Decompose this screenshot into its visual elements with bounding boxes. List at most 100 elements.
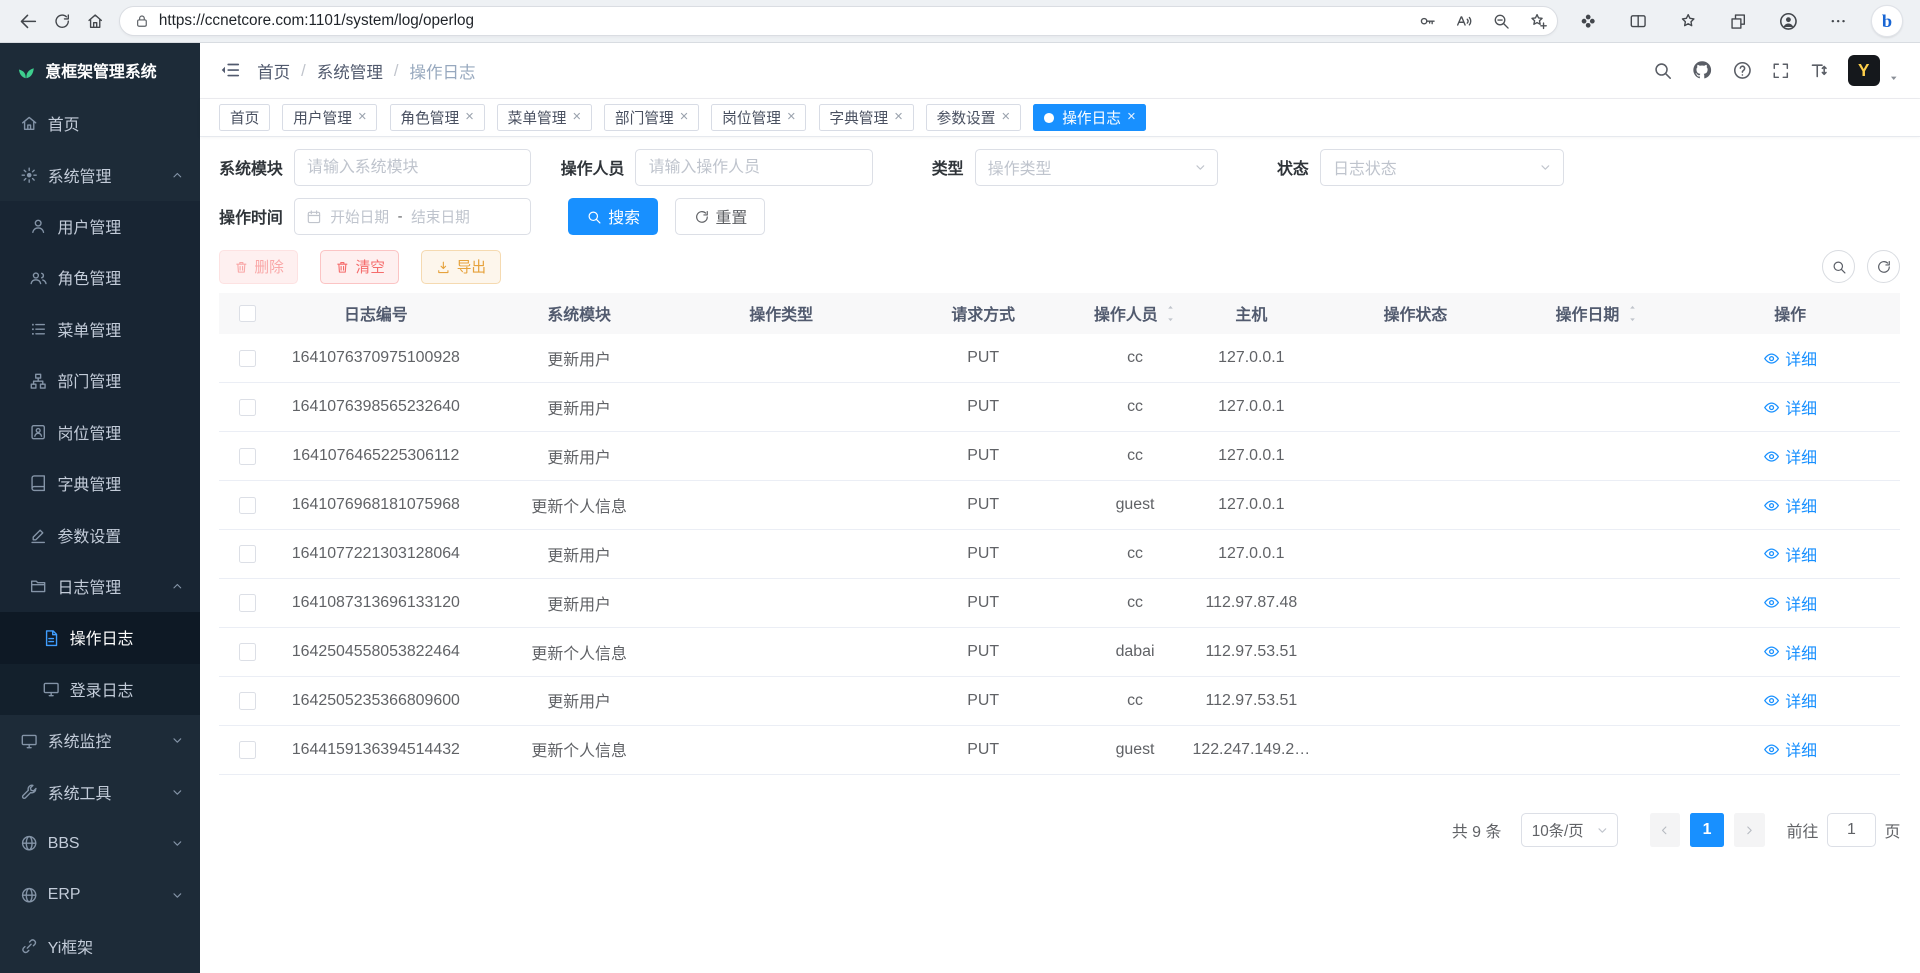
- detail-link[interactable]: 详细: [1763, 738, 1817, 761]
- export-button[interactable]: 导出: [421, 250, 500, 284]
- sidebar-item-erp[interactable]: ERP: [0, 869, 200, 920]
- sort-icons[interactable]: [1627, 304, 1638, 322]
- row-checkbox[interactable]: [239, 448, 256, 465]
- sidebar-item-operation-log[interactable]: 操作日志: [0, 612, 200, 663]
- detail-link[interactable]: 详细: [1763, 396, 1817, 419]
- next-page-button[interactable]: [1734, 813, 1765, 847]
- sidebar-item-log-management[interactable]: 日志管理: [0, 561, 200, 612]
- type-select[interactable]: 操作类型: [975, 149, 1219, 186]
- sidebar-item-system-monitor[interactable]: 系统监控: [0, 715, 200, 766]
- refresh-table-button[interactable]: [1867, 250, 1900, 283]
- sidebar-item-param-settings[interactable]: 参数设置: [0, 509, 200, 560]
- sidebar-item-role-management[interactable]: 角色管理: [0, 252, 200, 303]
- detail-link[interactable]: 详细: [1763, 445, 1817, 468]
- help-icon[interactable]: [1732, 60, 1753, 81]
- detail-link[interactable]: 详细: [1763, 494, 1817, 517]
- sidebar-item-home[interactable]: 首页: [0, 98, 200, 149]
- reset-button[interactable]: 重置: [675, 198, 765, 235]
- module-input[interactable]: [294, 149, 532, 186]
- tab-close-icon[interactable]: [358, 110, 367, 125]
- tab-close-icon[interactable]: [465, 110, 474, 125]
- github-icon[interactable]: [1691, 59, 1713, 81]
- select-all-checkbox[interactable]: [239, 305, 256, 322]
- profile-avatar-icon[interactable]: [1772, 4, 1805, 37]
- tab-dept-management[interactable]: 部门管理: [604, 104, 699, 131]
- split-screen-icon[interactable]: [1621, 4, 1654, 37]
- row-checkbox[interactable]: [239, 350, 256, 367]
- sort-icons[interactable]: [1165, 304, 1176, 322]
- tab-role-management[interactable]: 角色管理: [390, 104, 485, 131]
- page-number-1[interactable]: 1: [1690, 813, 1724, 847]
- tab-close-icon[interactable]: [573, 110, 582, 125]
- operator-input[interactable]: [635, 149, 873, 186]
- date-range-picker[interactable]: 开始日期 - 结束日期: [294, 198, 532, 235]
- browser-more-icon[interactable]: [1822, 4, 1855, 37]
- sidebar-item-menu-management[interactable]: 菜单管理: [0, 304, 200, 355]
- browser-refresh-button[interactable]: [45, 4, 78, 37]
- browser-essentials-icon[interactable]: [1571, 4, 1604, 37]
- status-select[interactable]: 日志状态: [1320, 149, 1564, 186]
- row-checkbox[interactable]: [239, 741, 256, 758]
- tab-close-icon[interactable]: [894, 110, 903, 125]
- row-checkbox[interactable]: [239, 594, 256, 611]
- header-cell-operator[interactable]: 操作人员: [1086, 302, 1184, 325]
- bing-copilot-icon[interactable]: [1872, 6, 1901, 35]
- user-avatar[interactable]: [1848, 55, 1880, 87]
- header-search-icon[interactable]: [1652, 60, 1673, 81]
- breadcrumb-system-management[interactable]: 系统管理: [317, 59, 383, 83]
- tab-param-settings[interactable]: 参数设置: [926, 104, 1021, 131]
- sidebar-item-system-tools[interactable]: 系统工具: [0, 766, 200, 817]
- sidebar-item-bbs[interactable]: BBS: [0, 818, 200, 869]
- row-checkbox[interactable]: [239, 692, 256, 709]
- sidebar-item-yi-framework[interactable]: Yi框架: [0, 921, 200, 972]
- delete-button[interactable]: 删除: [219, 250, 298, 284]
- row-checkbox[interactable]: [239, 497, 256, 514]
- clear-button[interactable]: 清空: [320, 250, 399, 284]
- add-favorite-icon[interactable]: [1524, 7, 1552, 35]
- detail-link[interactable]: 详细: [1763, 592, 1817, 615]
- tab-dict-management[interactable]: 字典管理: [819, 104, 914, 131]
- font-size-icon[interactable]: [1809, 60, 1830, 81]
- detail-link[interactable]: 详细: [1763, 641, 1817, 664]
- fold-menu-icon[interactable]: [219, 59, 241, 81]
- read-aloud-icon[interactable]: [1450, 7, 1478, 35]
- goto-page-input[interactable]: [1827, 813, 1876, 847]
- tab-home[interactable]: 首页: [219, 104, 270, 131]
- sidebar-item-login-log[interactable]: 登录日志: [0, 664, 200, 715]
- detail-link[interactable]: 详细: [1763, 543, 1817, 566]
- browser-back-button[interactable]: [12, 4, 45, 37]
- sidebar-item-post-management[interactable]: 岗位管理: [0, 406, 200, 457]
- tab-close-icon[interactable]: [787, 110, 796, 125]
- password-key-icon[interactable]: [1414, 7, 1442, 35]
- breadcrumb-home[interactable]: 首页: [257, 59, 290, 83]
- tab-menu-management[interactable]: 菜单管理: [497, 104, 592, 131]
- detail-link[interactable]: 详细: [1763, 347, 1817, 370]
- search-button[interactable]: 搜索: [568, 198, 658, 235]
- tab-operation-log[interactable]: 操作日志: [1033, 104, 1146, 131]
- row-checkbox[interactable]: [239, 399, 256, 416]
- address-bar[interactable]: https://ccnetcore.com:1101/system/log/op…: [119, 6, 1558, 37]
- prev-page-button[interactable]: [1650, 813, 1681, 847]
- app-logo[interactable]: 意框架管理系统: [0, 43, 200, 98]
- avatar-caret-down-icon[interactable]: [1887, 71, 1900, 84]
- tab-user-management[interactable]: 用户管理: [282, 104, 377, 131]
- sidebar-item-dept-management[interactable]: 部门管理: [0, 355, 200, 406]
- tab-post-management[interactable]: 岗位管理: [711, 104, 806, 131]
- detail-link[interactable]: 详细: [1763, 689, 1817, 712]
- browser-home-button[interactable]: [78, 4, 111, 37]
- row-checkbox[interactable]: [239, 545, 256, 562]
- favorites-icon[interactable]: [1672, 4, 1705, 37]
- toggle-search-button[interactable]: [1822, 250, 1855, 283]
- collections-icon[interactable]: [1722, 4, 1755, 37]
- zoom-out-icon[interactable]: [1487, 7, 1515, 35]
- tab-close-icon[interactable]: [1002, 110, 1011, 125]
- tab-close-icon[interactable]: [680, 110, 689, 125]
- fullscreen-icon[interactable]: [1771, 61, 1791, 81]
- sidebar-item-system-management[interactable]: 系统管理: [0, 149, 200, 200]
- row-checkbox[interactable]: [239, 643, 256, 660]
- page-size-select[interactable]: 10条/页: [1521, 813, 1618, 847]
- sidebar-item-user-management[interactable]: 用户管理: [0, 201, 200, 252]
- sidebar-item-dict-management[interactable]: 字典管理: [0, 458, 200, 509]
- header-cell-date[interactable]: 操作日期: [1512, 302, 1681, 325]
- tab-close-icon[interactable]: [1127, 110, 1136, 125]
